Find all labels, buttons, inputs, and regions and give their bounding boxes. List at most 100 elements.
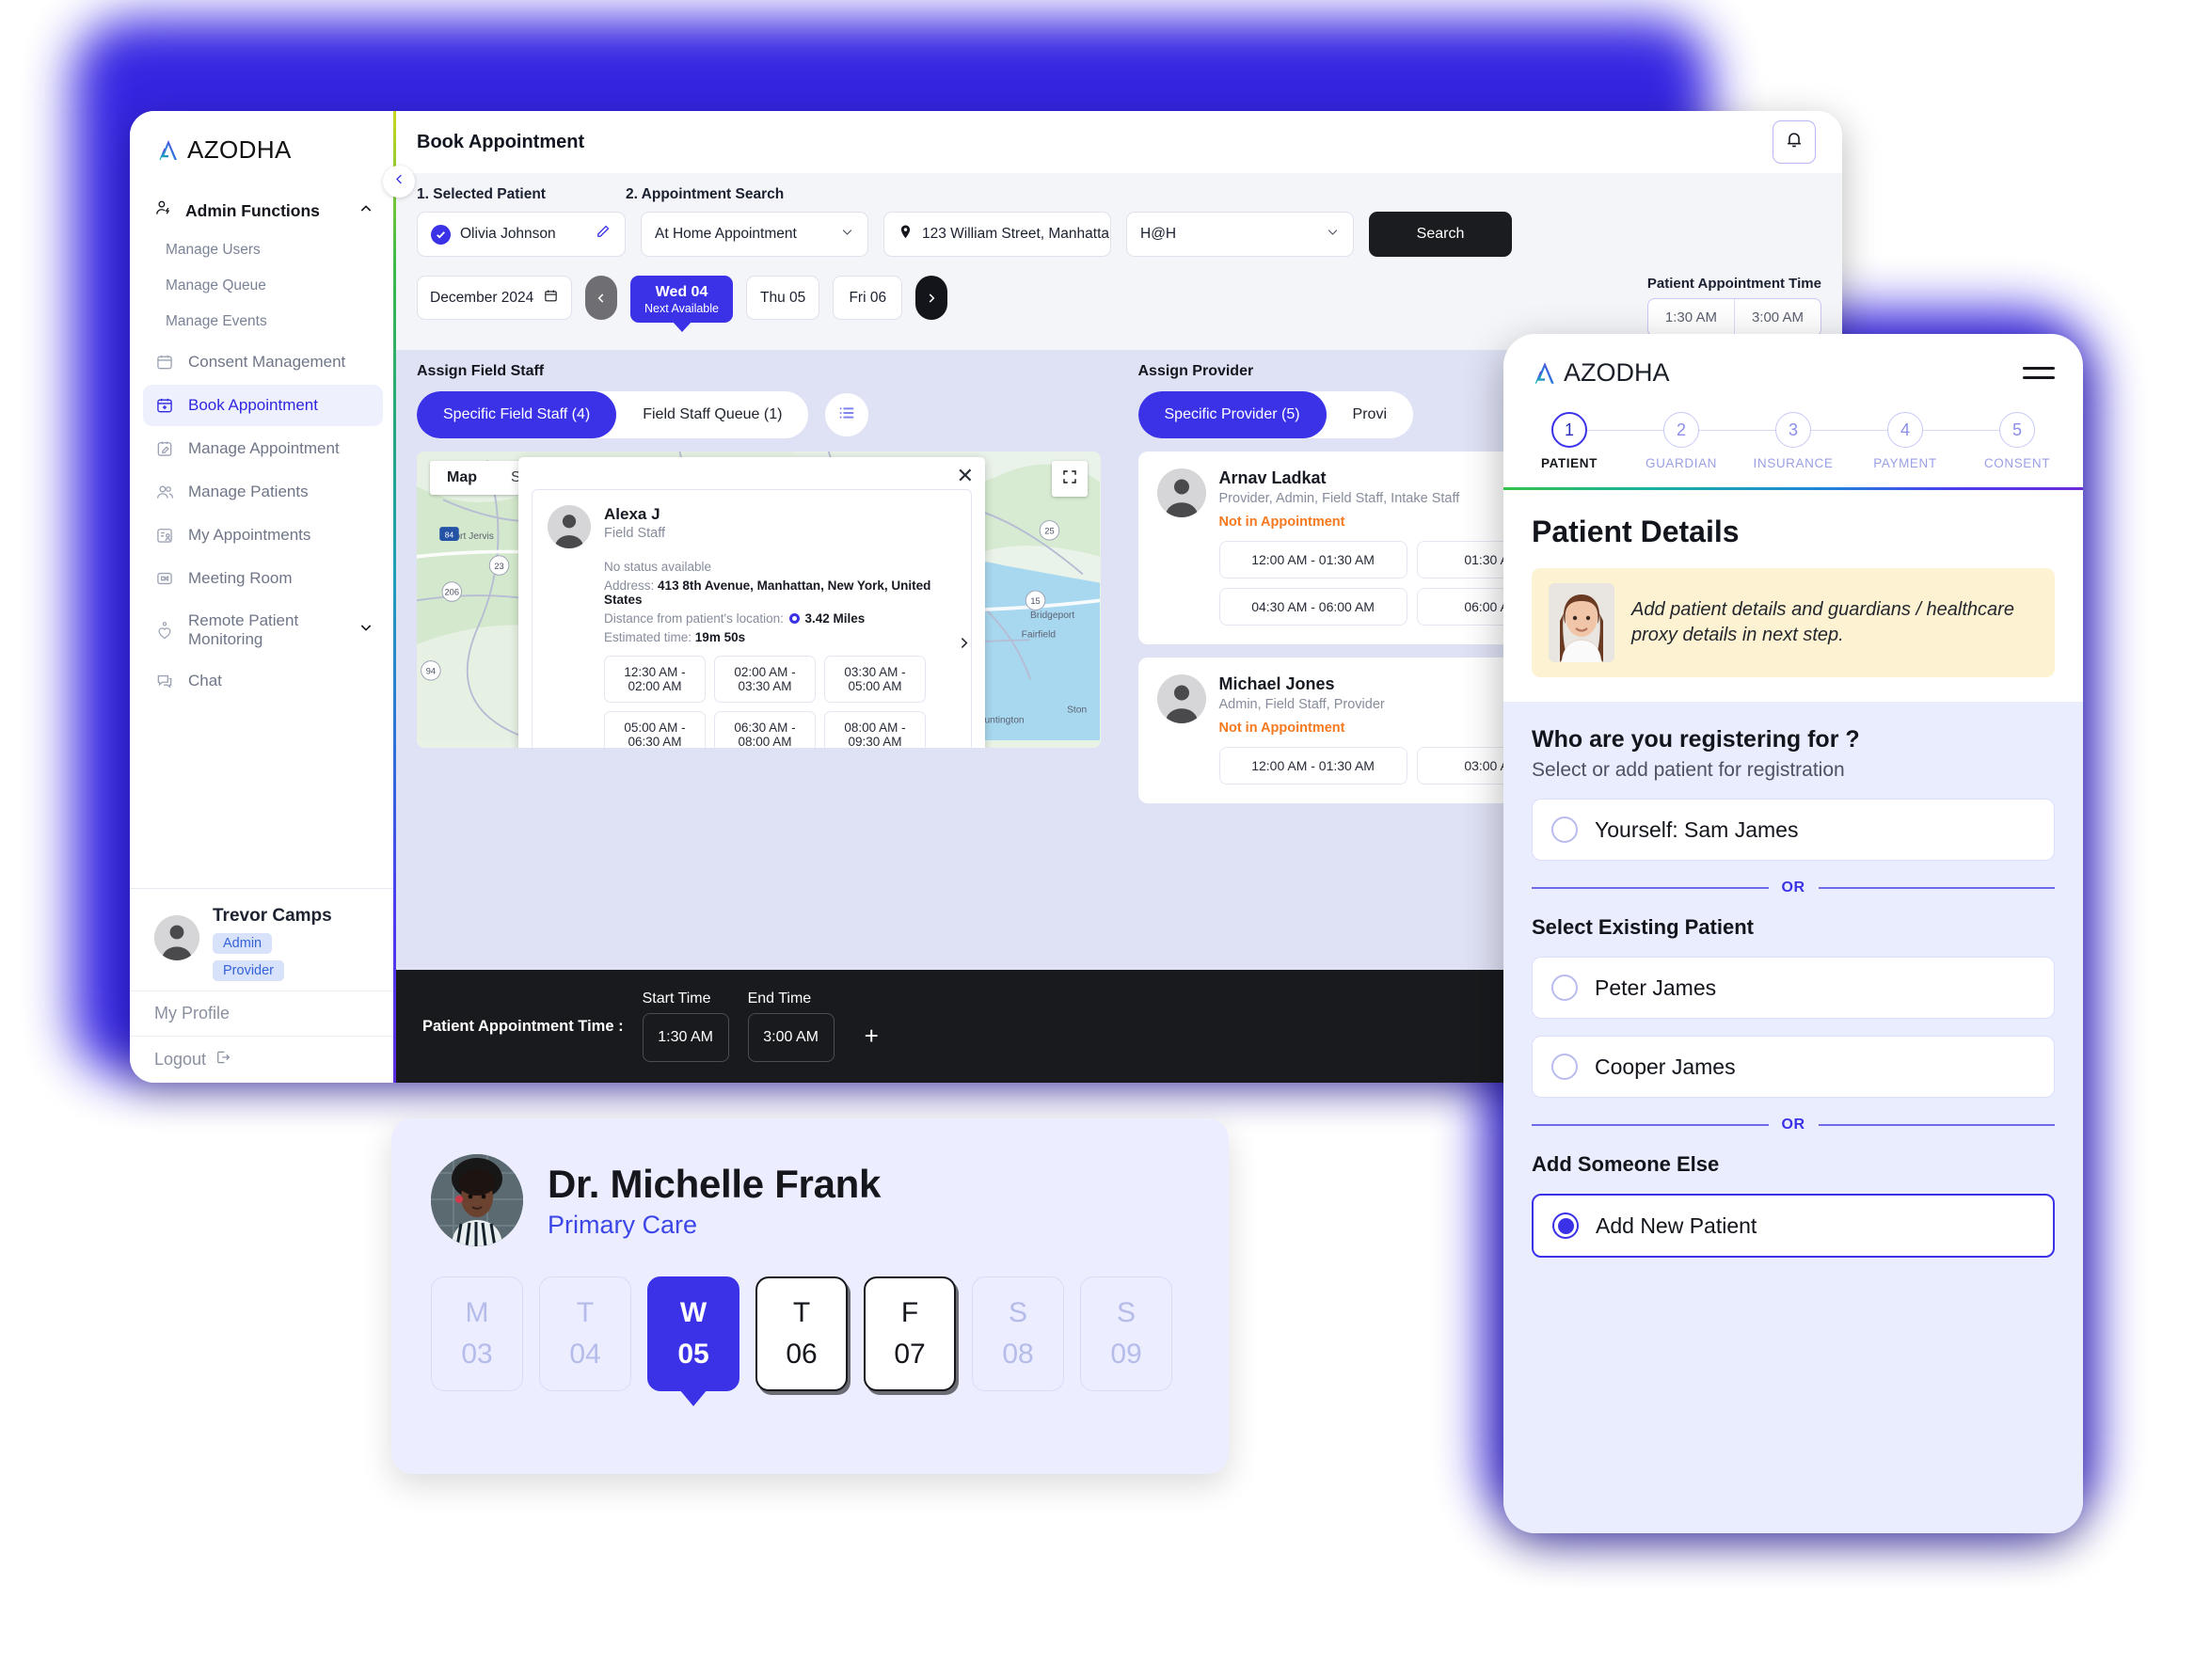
heart-pulse-icon bbox=[154, 620, 175, 641]
sidebar-link-logout[interactable]: Logout bbox=[130, 1036, 396, 1083]
sidebar-item-manage-users[interactable]: Manage Users bbox=[152, 232, 383, 268]
step-number: 3 bbox=[1775, 412, 1811, 448]
day-number: 03 bbox=[461, 1339, 493, 1370]
sidebar-item-remote-patient-monitoring[interactable]: Remote Patient Monitoring bbox=[143, 601, 383, 658]
svg-text:Fairfield: Fairfield bbox=[1022, 629, 1057, 640]
sidebar-collapse-button[interactable] bbox=[383, 166, 415, 198]
doctor-day-wed-selected[interactable]: W 05 bbox=[647, 1276, 739, 1391]
doctor-day-tue[interactable]: T 04 bbox=[539, 1276, 631, 1391]
radio-option-cooper-james[interactable]: Cooper James bbox=[1532, 1036, 2055, 1098]
doctor-day-sun[interactable]: S 09 bbox=[1080, 1276, 1172, 1391]
sidebar-user[interactable]: Trevor Camps Admin Provider bbox=[130, 889, 396, 991]
fullscreen-icon bbox=[1061, 468, 1078, 490]
time-slot[interactable]: 12:30 AM - 02:00 AM bbox=[604, 656, 706, 703]
user-name: Trevor Camps bbox=[213, 906, 332, 926]
radio-option-peter-james[interactable]: Peter James bbox=[1532, 957, 2055, 1019]
plus-icon[interactable]: + bbox=[865, 1022, 879, 1051]
step-number: 1 bbox=[1551, 412, 1587, 448]
time-slot[interactable]: 04:30 AM - 06:00 AM bbox=[1218, 588, 1407, 626]
tab-specific-field-staff[interactable]: Specific Field Staff (4) bbox=[417, 391, 617, 438]
time-slot[interactable]: 08:00 AM - 09:30 AM bbox=[824, 711, 926, 748]
selected-patient-field[interactable]: Olivia Johnson bbox=[417, 212, 626, 257]
radio-button[interactable] bbox=[1552, 1212, 1579, 1239]
calendar-icon bbox=[154, 352, 175, 372]
patient-appointment-time-label: Patient Appointment Time bbox=[1646, 276, 1821, 292]
radio-option-yourself[interactable]: Yourself: Sam James bbox=[1532, 799, 2055, 861]
day-card-selected[interactable]: Wed 04 Next Available bbox=[630, 276, 733, 323]
chevron-down-icon bbox=[1326, 225, 1340, 244]
radio-button[interactable] bbox=[1551, 1054, 1578, 1080]
month-selector[interactable]: December 2024 bbox=[417, 276, 572, 320]
edit-pencil-icon[interactable] bbox=[594, 223, 612, 246]
sidebar-item-meeting-room[interactable]: Meeting Room bbox=[143, 558, 383, 599]
sidebar-item-label: My Appointments bbox=[188, 526, 311, 544]
month-value: December 2024 bbox=[430, 289, 534, 306]
calendar-edit-icon bbox=[154, 438, 175, 459]
end-time-input[interactable]: 3:00 AM bbox=[747, 1013, 835, 1062]
sidebar-item-manage-events[interactable]: Manage Events bbox=[152, 304, 383, 340]
sidebar-item-manage-queue[interactable]: Manage Queue bbox=[152, 268, 383, 304]
chevron-up-icon[interactable] bbox=[358, 201, 374, 221]
sidebar-link-my-profile[interactable]: My Profile bbox=[130, 991, 396, 1036]
doctor-day-sat[interactable]: S 08 bbox=[972, 1276, 1064, 1391]
sidebar-nav: Admin Functions Manage Users Manage Queu… bbox=[130, 185, 396, 888]
appointment-type-select[interactable]: At Home Appointment bbox=[641, 212, 868, 257]
day-number: 08 bbox=[1002, 1339, 1034, 1370]
search-button[interactable]: Search bbox=[1369, 212, 1512, 257]
sidebar-item-consent-management[interactable]: Consent Management bbox=[143, 341, 383, 383]
day-card[interactable]: Thu 05 bbox=[746, 276, 820, 320]
address-input[interactable]: 123 William Street, Manhattan, N bbox=[883, 212, 1111, 257]
end-time-pill[interactable]: 3:00 AM bbox=[1733, 299, 1820, 336]
users-icon bbox=[154, 482, 175, 502]
map-fullscreen-button[interactable] bbox=[1051, 461, 1088, 497]
step-consent[interactable]: 5 CONSENT bbox=[1976, 412, 2059, 470]
tab-map[interactable]: Map bbox=[430, 461, 494, 495]
step-patient[interactable]: 1 PATIENT bbox=[1528, 412, 1611, 470]
day-letter: W bbox=[679, 1297, 708, 1328]
tab-specific-provider[interactable]: Specific Provider (5) bbox=[1137, 391, 1327, 438]
sidebar-item-label: Manage Appointment bbox=[188, 439, 340, 457]
doctor-day-mon[interactable]: M 03 bbox=[431, 1276, 523, 1391]
doctor-day-fri[interactable]: F 07 bbox=[864, 1276, 956, 1391]
sidebar-item-chat[interactable]: Chat bbox=[143, 660, 383, 702]
facility-select[interactable]: H@H bbox=[1126, 212, 1354, 257]
start-time-pill[interactable]: 1:30 AM bbox=[1648, 299, 1734, 336]
sidebar-item-book-appointment[interactable]: Book Appointment bbox=[143, 385, 383, 426]
provider-toggle-group: Specific Provider (5) Provi bbox=[1137, 391, 1413, 438]
step-guardian[interactable]: 2 GUARDIAN bbox=[1640, 412, 1723, 470]
radio-button[interactable] bbox=[1551, 816, 1578, 843]
step-payment[interactable]: 4 PAYMENT bbox=[1864, 412, 1947, 470]
time-slot[interactable]: 02:00 AM - 03:30 AM bbox=[714, 656, 816, 703]
sidebar-item-manage-patients[interactable]: Manage Patients bbox=[143, 471, 383, 513]
sidebar-link-label: Logout bbox=[154, 1050, 207, 1069]
sidebar-group-admin-functions[interactable]: Admin Functions bbox=[143, 189, 383, 232]
or-divider: OR bbox=[1532, 880, 2055, 896]
next-dates-button[interactable] bbox=[915, 276, 948, 320]
sidebar-item-my-appointments[interactable]: My Appointments bbox=[143, 515, 383, 556]
sidebar-item-manage-appointment[interactable]: Manage Appointment bbox=[143, 428, 383, 469]
field-staff-map[interactable]: Port Jervis Bridgeport Fairfield Hunting… bbox=[417, 452, 1101, 748]
day-card[interactable]: Fri 06 bbox=[833, 276, 903, 320]
tab-provider-queue[interactable]: Provi bbox=[1327, 391, 1413, 438]
prev-dates-button[interactable] bbox=[585, 276, 617, 320]
app-logo: AZODHA bbox=[130, 111, 396, 185]
time-slot[interactable]: 06:30 AM - 08:00 AM bbox=[714, 711, 816, 748]
tab-field-staff-queue[interactable]: Field Staff Queue (1) bbox=[616, 391, 808, 438]
chevron-down-icon[interactable] bbox=[358, 620, 374, 640]
hamburger-menu-icon[interactable] bbox=[2023, 367, 2055, 379]
start-time-input[interactable]: 1:30 AM bbox=[642, 1013, 729, 1062]
field-staff-list-view-button[interactable] bbox=[825, 393, 869, 436]
doctor-day-thu[interactable]: T 06 bbox=[755, 1276, 848, 1391]
step-insurance[interactable]: 3 INSURANCE bbox=[1752, 412, 1835, 470]
time-slot[interactable]: 05:00 AM - 06:30 AM bbox=[604, 711, 706, 748]
close-icon[interactable]: ✕ bbox=[957, 466, 974, 486]
slots-next-button[interactable] bbox=[956, 632, 972, 657]
notifications-button[interactable] bbox=[1773, 120, 1816, 164]
doctor-day-selector: M 03 T 04 W 05 T 06 F 07 S 08 S 09 bbox=[431, 1276, 1189, 1391]
registration-stepper: 1 PATIENT 2 GUARDIAN 3 INSURANCE 4 PAYME… bbox=[1503, 388, 2083, 470]
radio-option-add-new-patient[interactable]: Add New Patient bbox=[1532, 1194, 2055, 1258]
time-slot[interactable]: 12:00 AM - 01:30 AM bbox=[1218, 747, 1407, 785]
radio-button[interactable] bbox=[1551, 975, 1578, 1001]
time-slot[interactable]: 12:00 AM - 01:30 AM bbox=[1218, 541, 1407, 578]
time-slot[interactable]: 03:30 AM - 05:00 AM bbox=[824, 656, 926, 703]
